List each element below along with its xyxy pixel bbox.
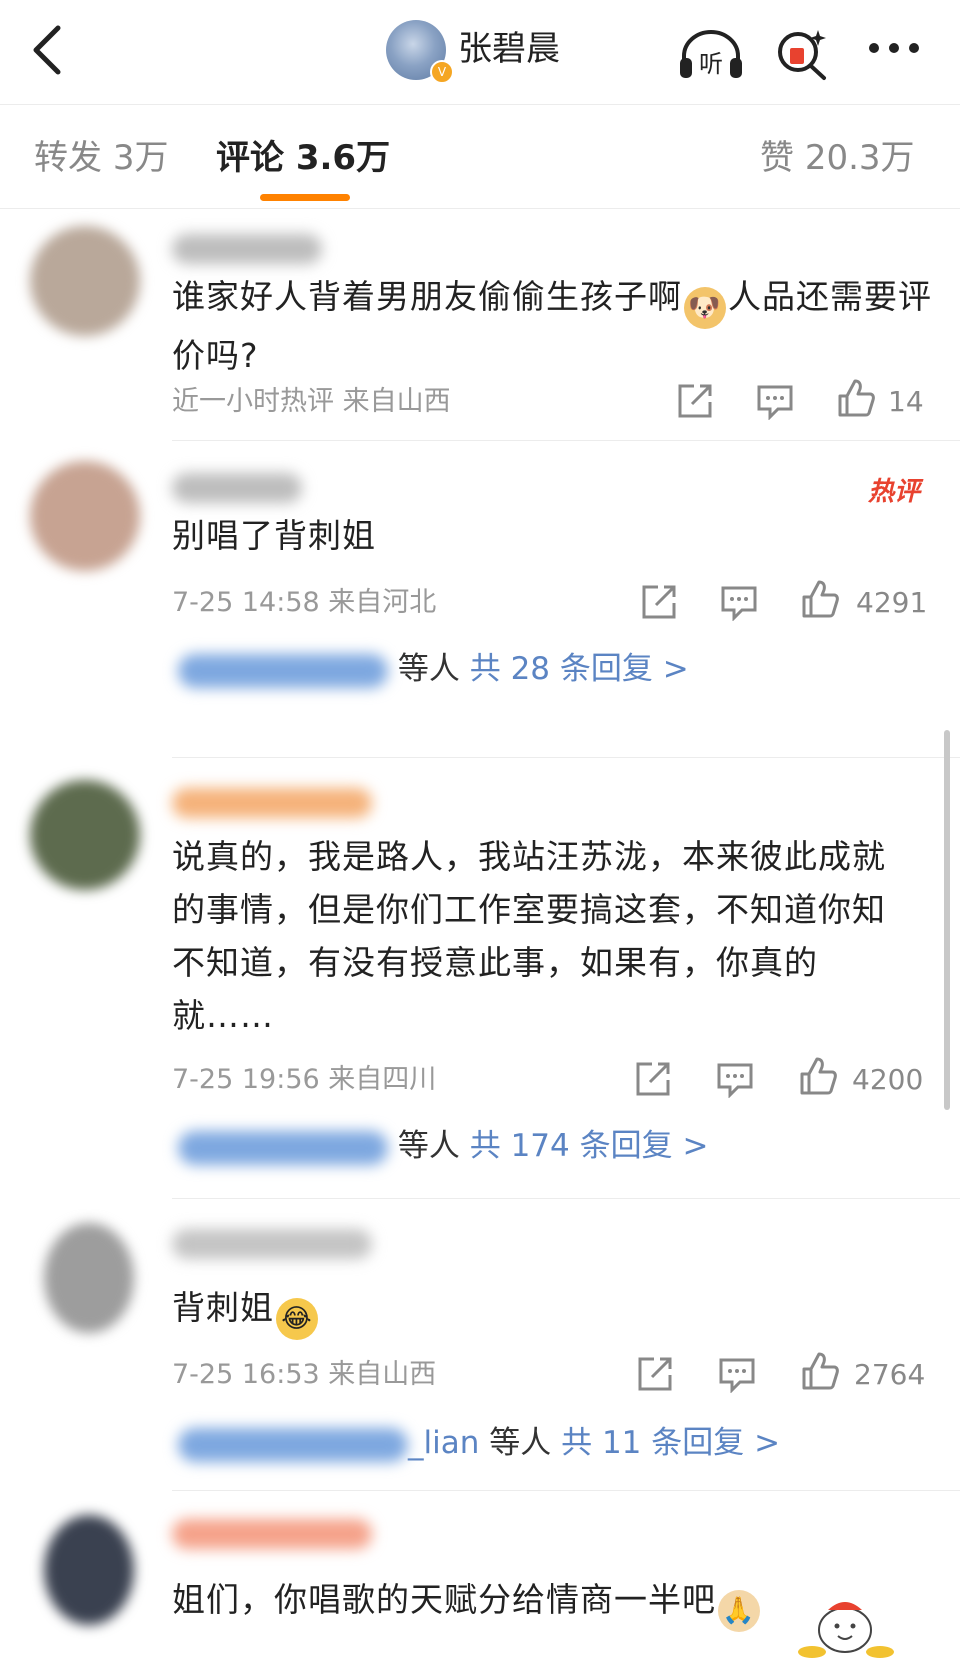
doge-emoji-icon: 🐶 [684,287,726,329]
divider [172,1490,960,1491]
more-icon[interactable] [866,26,922,82]
avatar[interactable] [44,1515,134,1625]
like-count: 4200 [852,1063,924,1096]
avatar[interactable] [44,1223,134,1333]
search-redpacket-icon[interactable] [774,26,832,82]
username[interactable] [172,1229,372,1259]
reply-users [178,1130,388,1165]
replies-link[interactable]: _lian 等人 共 11 条回复 > [178,1421,780,1465]
tab-reposts[interactable]: 转发 3万 [34,136,168,180]
like-count: 14 [888,385,924,418]
reply-users [178,653,388,688]
share-icon[interactable] [676,382,714,420]
share-icon[interactable] [640,583,678,621]
back-arrow-icon[interactable] [22,22,72,78]
pray-emoji-icon: 🙏 [718,1590,760,1632]
divider [172,440,960,441]
comment-meta: 7-25 16:53 来自山西 [172,1359,437,1390]
like-icon[interactable] [800,579,840,619]
cartoon-sticker-icon [798,1602,894,1658]
comment-icon[interactable] [720,585,758,621]
listen-label: 听 [699,50,723,78]
comment-icon[interactable] [718,1357,756,1393]
like-icon[interactable] [836,378,876,418]
comment-text: 谁家好人背着男朋友偷偷生孩子啊 🐶 人品还需要评价吗? [172,277,932,375]
comment-meta: 7-25 19:56 来自四川 [172,1064,437,1095]
hot-comment-badge: 热评 [867,477,920,507]
comment-icon[interactable] [716,1062,754,1098]
username[interactable] [172,788,372,818]
headphones-listen-icon[interactable]: 听 [676,26,746,82]
top-bar: V 张碧晨 听 [0,0,960,105]
username[interactable] [172,473,302,503]
replies-link[interactable]: 等人 共 174 条回复 > [178,1124,708,1168]
scrollbar[interactable] [944,730,950,1110]
avatar[interactable] [30,226,140,336]
replies-link[interactable]: 等人 共 28 条回复 > [178,647,689,691]
comment-meta: 近一小时热评 来自山西 [172,386,451,417]
divider [172,757,960,758]
username[interactable] [172,234,322,264]
like-count: 4291 [856,586,928,619]
comment-text: 说真的，我是路人，我站汪苏泷，本来彼此成就的事情，但是你们工作室要搞这套，不知道… [172,837,886,1035]
username[interactable] [172,1519,372,1549]
like-icon[interactable] [798,1056,838,1096]
comment-text: 别唱了背刺姐 [172,516,376,555]
divider [172,1198,960,1199]
verified-badge: V [430,60,454,84]
like-count: 2764 [854,1358,926,1391]
active-tab-indicator [260,194,350,201]
page-title[interactable]: 张碧晨 [458,24,560,74]
share-icon[interactable] [634,1060,672,1098]
laugh-cry-emoji-icon: 😂 [276,1298,318,1340]
reply-users [178,1427,408,1462]
comment-icon[interactable] [756,384,794,420]
tab-bar: 转发 3万 评论 3.6万 赞 20.3万 [0,104,960,209]
like-icon[interactable] [800,1351,840,1391]
avatar[interactable] [30,780,140,890]
tab-comments[interactable]: 评论 3.6万 [216,136,390,180]
comment-text: 背刺姐 😂 [172,1281,932,1340]
tab-likes[interactable]: 赞 20.3万 [760,136,915,180]
avatar[interactable] [30,461,140,571]
comment-meta: 7-25 14:58 来自河北 [172,587,437,618]
share-icon[interactable] [636,1355,674,1393]
